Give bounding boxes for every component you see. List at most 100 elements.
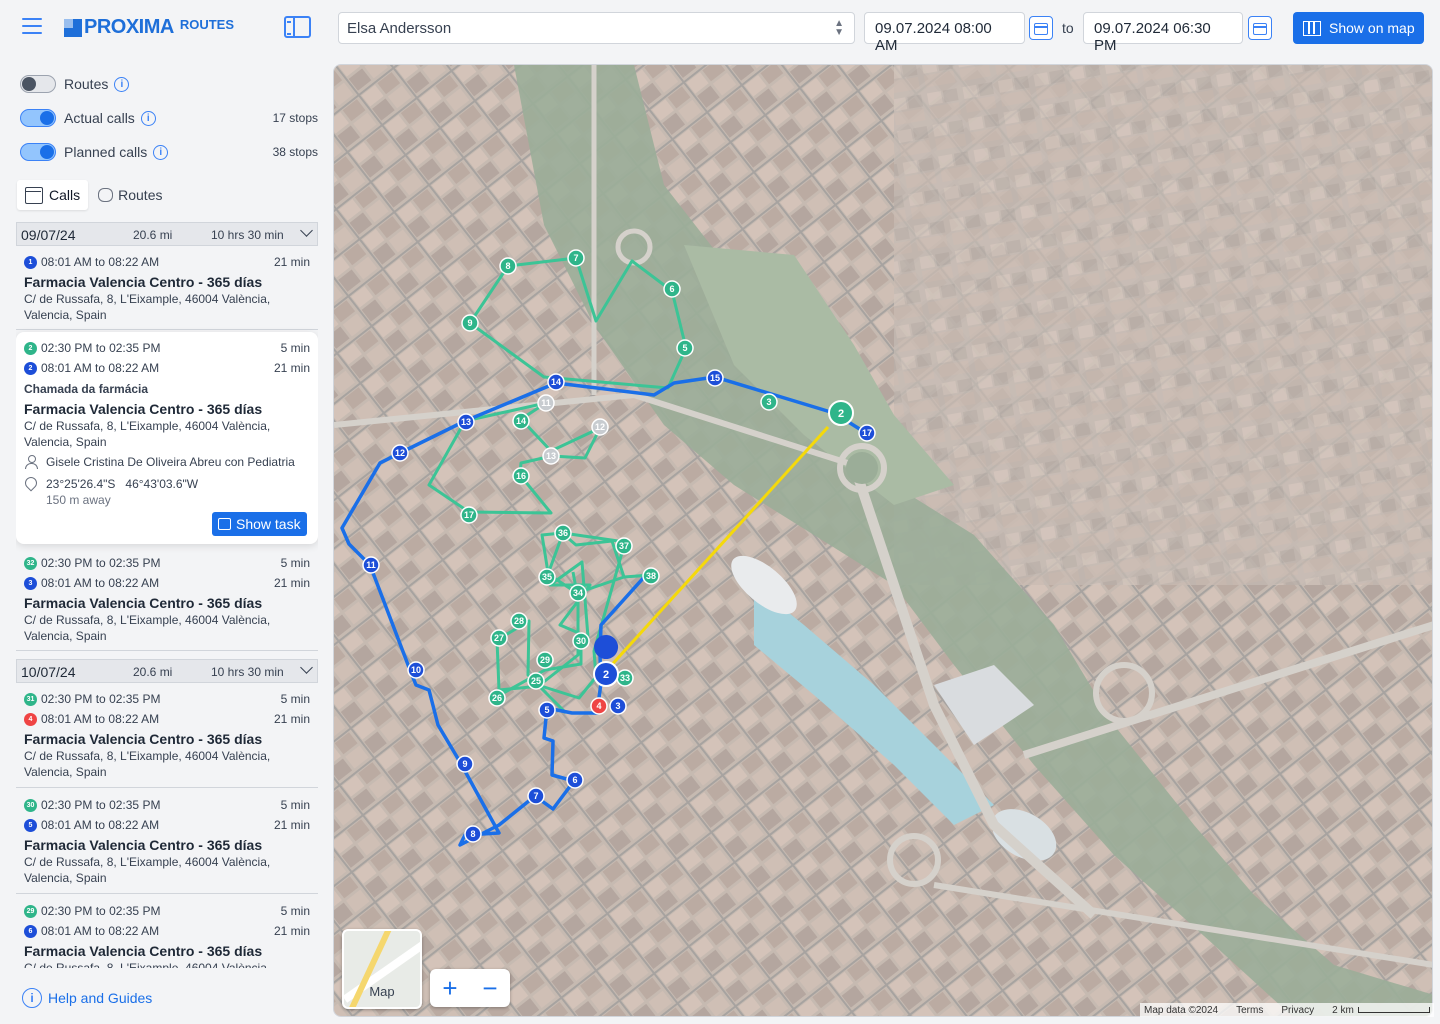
tab-routes[interactable]: Routes xyxy=(88,180,170,210)
start-time: 02:30 PM xyxy=(41,341,93,355)
call-planned-time: 32 02:30 PM to 02:35 PM 5 min xyxy=(24,556,310,570)
planned-stop-marker[interactable]: 25 xyxy=(527,672,545,690)
actual-stop-marker[interactable]: 17 xyxy=(858,424,876,442)
call-item[interactable]: 29 02:30 PM to 02:35 PM 5 min 6 08:01 AM… xyxy=(16,895,318,968)
map-type-toggle[interactable]: Map xyxy=(342,929,422,1009)
map-fade-overlay xyxy=(334,65,1432,1016)
actual-stop-marker[interactable]: 6 xyxy=(566,771,584,789)
date-to-field[interactable]: 09.07.2024 06:30 PM xyxy=(1083,12,1243,54)
actual-stop-marker[interactable]: 11 xyxy=(362,556,380,574)
chevron-down-icon[interactable] xyxy=(300,224,313,237)
start-time: 08:01 AM xyxy=(41,576,92,590)
planned-stop-marker[interactable]: 5 xyxy=(676,339,694,357)
svg-text:2: 2 xyxy=(838,408,844,420)
planned-stop-marker[interactable]: 29 xyxy=(536,651,554,669)
visited-stop-marker[interactable]: 11 xyxy=(537,394,555,412)
map-view[interactable]: 8 7 6 5 9 3 14 16 17 36 37 38 35 34 28 2… xyxy=(333,64,1433,1017)
planned-stop-marker[interactable]: 36 xyxy=(554,524,572,542)
scale-bar xyxy=(1357,1007,1430,1013)
call-item[interactable]: 30 02:30 PM to 02:35 PM 5 min 5 08:01 AM… xyxy=(16,789,318,894)
map-icon xyxy=(1303,20,1321,36)
stop-number-badge: 4 xyxy=(24,712,37,726)
planned-stop-marker[interactable]: 33 xyxy=(616,669,634,687)
call-item[interactable]: 31 02:30 PM to 02:35 PM 5 min 4 08:01 AM… xyxy=(16,683,318,788)
call-duration: 21 min xyxy=(273,818,310,832)
visited-stop-marker[interactable]: 12 xyxy=(591,418,609,436)
planned-stop-marker[interactable]: 26 xyxy=(488,689,506,707)
day-header[interactable]: 10/07/24 20.6 mi 10 hrs 30 min xyxy=(16,659,318,683)
planned-stop-marker[interactable]: 27 xyxy=(490,629,508,647)
menu-icon[interactable] xyxy=(22,18,42,34)
svg-text:3: 3 xyxy=(615,701,620,711)
calls-list[interactable]: 09/07/24 20.6 mi 10 hrs 30 min 1 08:01 A… xyxy=(16,222,318,968)
planned-stop-marker[interactable]: 6 xyxy=(663,280,681,298)
svg-text:2: 2 xyxy=(603,669,609,681)
actual-stop-marker[interactable]: 5 xyxy=(538,701,556,719)
planned-stop-marker[interactable]: 7 xyxy=(567,249,585,267)
actual-stop-marker[interactable]: 14 xyxy=(547,373,565,391)
privacy-link[interactable]: Privacy xyxy=(1281,1005,1314,1016)
planned-stop-marker[interactable]: 14 xyxy=(512,412,530,430)
show-task-button[interactable]: Show task xyxy=(212,512,307,536)
actual-stop-marker[interactable]: 12 xyxy=(391,444,409,462)
svg-text:36: 36 xyxy=(558,528,568,538)
terms-link[interactable]: Terms xyxy=(1236,1005,1263,1016)
actual-calls-stops: 17 stops xyxy=(272,111,318,125)
planned-calls-switch[interactable] xyxy=(20,143,56,161)
svg-text:38: 38 xyxy=(646,571,656,581)
planned-stop-marker[interactable]: 35 xyxy=(538,568,556,586)
routes-info-icon[interactable]: i xyxy=(114,76,130,92)
planned-stop-marker[interactable]: 9 xyxy=(461,314,479,332)
planned-stop-marker[interactable]: 30 xyxy=(572,632,590,650)
call-item[interactable]: 32 02:30 PM to 02:35 PM 5 min 3 08:01 AM… xyxy=(16,546,318,651)
call-item-selected[interactable]: 2 02:30 PM to 02:35 PM 5 min 2 08:01 AM … xyxy=(16,332,318,544)
sidebar-toggle-icon[interactable] xyxy=(284,16,311,38)
date-to-calendar-icon[interactable] xyxy=(1248,16,1272,40)
show-task-label: Show task xyxy=(236,516,301,532)
actual-stop-marker[interactable]: 7 xyxy=(527,787,545,805)
planned-stop-marker[interactable]: 28 xyxy=(510,612,528,630)
planned-stop-marker-selected[interactable]: 2 xyxy=(828,400,854,426)
planned-stop-marker[interactable]: 8 xyxy=(499,257,517,275)
planned-calls-info-icon[interactable]: i xyxy=(153,144,169,160)
planned-stop-marker[interactable]: 37 xyxy=(615,537,633,555)
show-on-map-button[interactable]: Show on map xyxy=(1293,12,1424,44)
day-header[interactable]: 09/07/24 20.6 mi 10 hrs 30 min xyxy=(16,222,318,246)
call-name: Farmacia Valencia Centro - 365 días xyxy=(24,401,263,417)
routes-switch[interactable] xyxy=(20,75,56,93)
logo-subtitle: ROUTES xyxy=(179,17,235,32)
actual-calls-info-icon[interactable]: i xyxy=(140,110,156,126)
chevron-down-icon[interactable] xyxy=(300,661,313,674)
actual-stop-marker[interactable]: 3 xyxy=(609,697,627,715)
help-link[interactable]: i Help and Guides xyxy=(22,988,152,1008)
tab-calls[interactable]: Calls xyxy=(17,180,89,210)
actual-stop-marker[interactable]: 9 xyxy=(456,755,474,773)
planned-stop-marker[interactable]: 38 xyxy=(642,567,660,585)
svg-text:13: 13 xyxy=(461,417,471,427)
zoom-in-button[interactable]: + xyxy=(442,975,457,1001)
actual-stop-marker[interactable]: 10 xyxy=(407,661,425,679)
svg-text:27: 27 xyxy=(494,633,504,643)
actual-stop-marker[interactable]: 15 xyxy=(706,369,724,387)
actual-stop-marker[interactable]: 8 xyxy=(464,825,482,843)
svg-text:28: 28 xyxy=(514,616,524,626)
zoom-out-button[interactable]: − xyxy=(482,975,497,1001)
call-item[interactable]: 1 08:01 AM to 08:22 AM 21 min Farmacia V… xyxy=(16,246,318,330)
map-canvas[interactable]: 8 7 6 5 9 3 14 16 17 36 37 38 35 34 28 2… xyxy=(334,65,1433,1017)
actual-stop-marker[interactable]: 13 xyxy=(457,413,475,431)
planned-stop-marker[interactable]: 3 xyxy=(760,393,778,411)
planned-stop-marker[interactable]: 16 xyxy=(512,467,530,485)
user-select[interactable]: Elsa Andersson ▲ ▼ xyxy=(338,12,855,44)
end-time: 02:35 PM xyxy=(109,341,161,355)
planned-stop-marker[interactable]: 34 xyxy=(569,584,587,602)
visited-stop-marker[interactable]: 13 xyxy=(542,447,560,465)
date-from-calendar-icon[interactable] xyxy=(1029,16,1053,40)
start-time: 02:30 PM xyxy=(41,692,93,706)
date-from-field[interactable]: 09.07.2024 08:00 AM xyxy=(864,12,1025,54)
to-label: to xyxy=(95,692,106,706)
call-planned-time: 29 02:30 PM to 02:35 PM 5 min xyxy=(24,904,310,918)
svg-text:5: 5 xyxy=(682,343,687,353)
planned-stop-marker[interactable]: 17 xyxy=(460,506,478,524)
deviation-stop-marker[interactable]: 4 xyxy=(590,697,608,715)
actual-calls-switch[interactable] xyxy=(20,109,56,127)
